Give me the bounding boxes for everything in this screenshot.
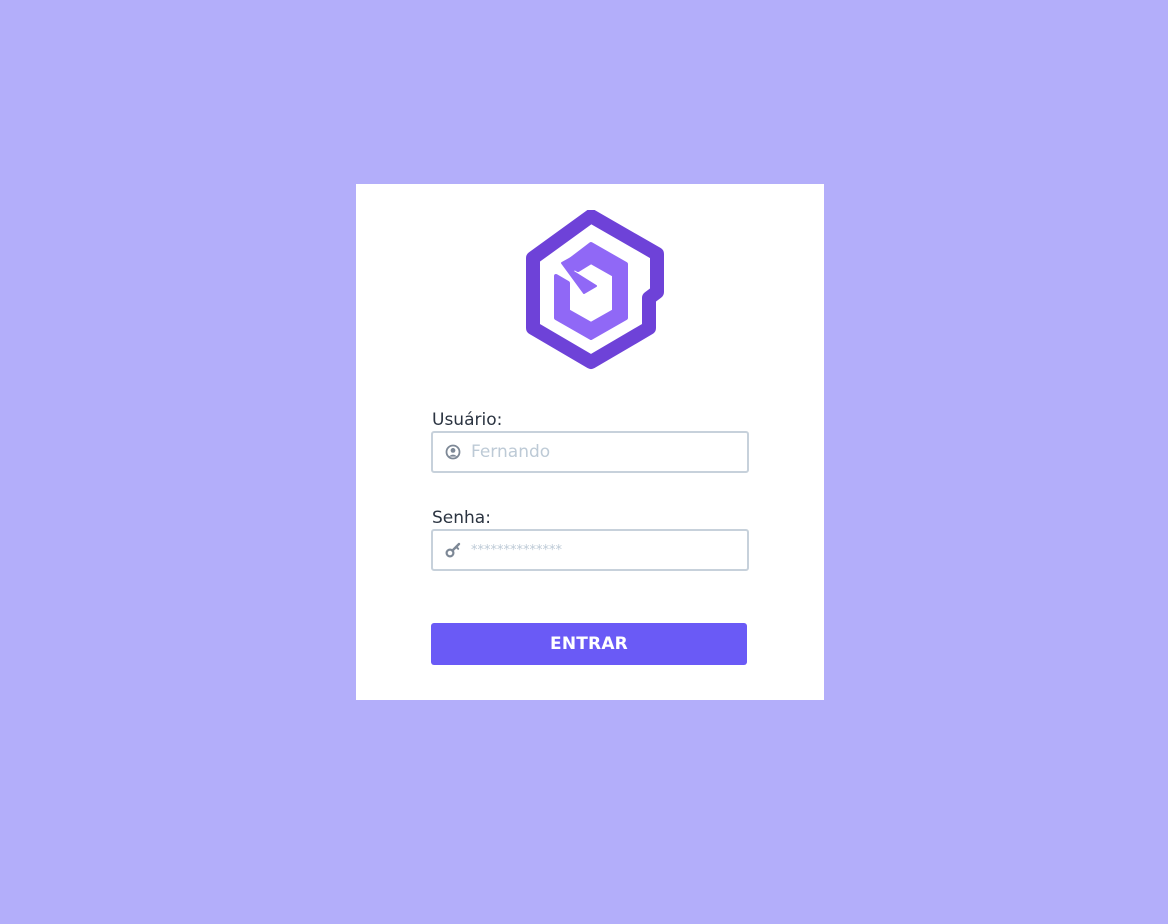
password-field[interactable] bbox=[431, 529, 749, 571]
login-submit-button[interactable]: ENTRAR bbox=[431, 623, 747, 665]
password-input[interactable] bbox=[471, 531, 741, 569]
hexagon-cube-logo-icon bbox=[518, 209, 664, 376]
username-input[interactable] bbox=[471, 433, 741, 471]
login-card: Usuário: Senha: ENTRAR bbox=[356, 184, 824, 700]
user-circle-icon bbox=[445, 444, 461, 460]
key-icon bbox=[445, 542, 461, 558]
username-label: Usuário: bbox=[432, 410, 503, 430]
username-field[interactable] bbox=[431, 431, 749, 473]
password-label: Senha: bbox=[432, 508, 491, 528]
